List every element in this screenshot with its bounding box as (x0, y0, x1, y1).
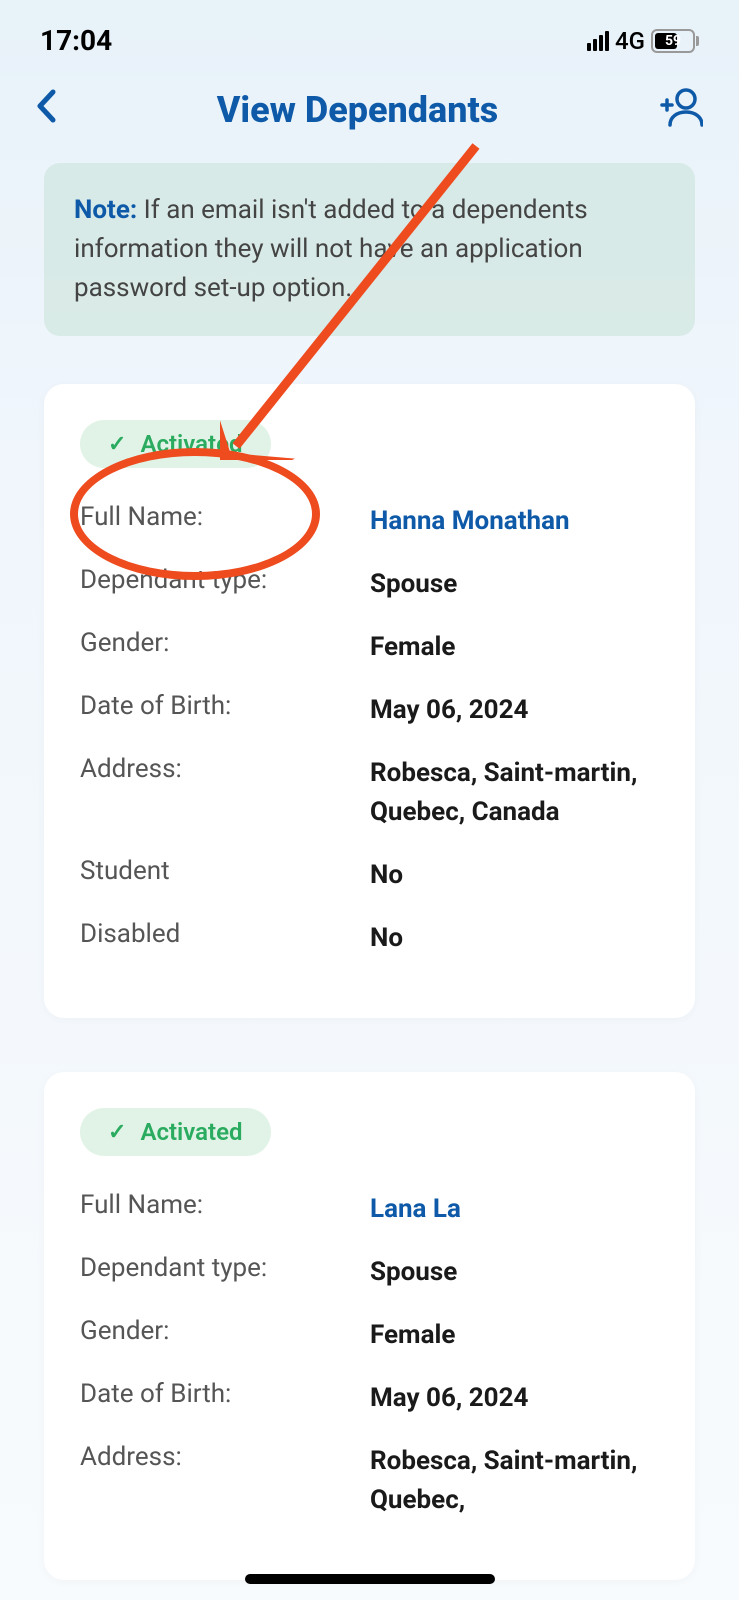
field-row: Date of Birth:May 06, 2024 (80, 1379, 659, 1418)
field-value: Robesca, Saint-martin, Quebec, (370, 1442, 659, 1520)
status-bar: 17:04 4G 59 (0, 0, 739, 67)
field-value: Hanna Monathan (370, 502, 570, 541)
field-row: DisabledNo (80, 919, 659, 958)
check-icon: ✓ (108, 432, 126, 457)
field-row: Address:Robesca, Saint-martin, Quebec, C… (80, 754, 659, 832)
status-badge: ✓ Activated (80, 420, 271, 468)
field-label: Student (80, 856, 370, 895)
field-value: Spouse (370, 565, 457, 604)
field-label: Address: (80, 1442, 370, 1520)
add-user-button[interactable] (659, 87, 703, 133)
field-row: Gender:Female (80, 628, 659, 667)
signal-icon (587, 31, 609, 51)
field-value: Spouse (370, 1253, 457, 1292)
page-title: View Dependants (217, 89, 499, 131)
field-row: Dependant type:Spouse (80, 1253, 659, 1292)
status-time: 17:04 (40, 24, 112, 57)
field-row: Full Name:Hanna Monathan (80, 502, 659, 541)
field-row: Gender:Female (80, 1316, 659, 1355)
field-value: May 06, 2024 (370, 691, 528, 730)
field-label: Address: (80, 754, 370, 832)
status-badge: ✓ Activated (80, 1108, 271, 1156)
field-label: Gender: (80, 1316, 370, 1355)
status-right: 4G 59 (587, 27, 699, 55)
field-row: Full Name:Lana La (80, 1190, 659, 1229)
check-icon: ✓ (108, 1120, 126, 1145)
field-label: Date of Birth: (80, 691, 370, 730)
field-value: No (370, 919, 403, 958)
field-value: No (370, 856, 403, 895)
content: Note: If an email isn't added to a depen… (0, 163, 739, 1580)
field-row: Dependant type:Spouse (80, 565, 659, 604)
note-text: If an email isn't added to a dependents … (74, 195, 588, 303)
dependant-card[interactable]: ✓ActivatedFull Name:Hanna MonathanDepend… (44, 384, 695, 1018)
network-label: 4G (615, 27, 645, 55)
field-value: Lana La (370, 1190, 461, 1229)
field-value: Female (370, 1316, 455, 1355)
field-row: StudentNo (80, 856, 659, 895)
page-header: View Dependants (0, 67, 739, 163)
chevron-left-icon (36, 89, 56, 123)
field-label: Disabled (80, 919, 370, 958)
field-label: Dependant type: (80, 1253, 370, 1292)
field-label: Date of Birth: (80, 1379, 370, 1418)
field-label: Dependant type: (80, 565, 370, 604)
dependant-card[interactable]: ✓ActivatedFull Name:Lana LaDependant typ… (44, 1072, 695, 1580)
add-user-icon (659, 87, 703, 129)
note-label: Note: (74, 195, 137, 225)
field-label: Full Name: (80, 502, 370, 541)
status-text: Activated (140, 1118, 242, 1146)
back-button[interactable] (36, 89, 56, 131)
note-box: Note: If an email isn't added to a depen… (44, 163, 695, 336)
field-row: Address:Robesca, Saint-martin, Quebec, (80, 1442, 659, 1520)
field-label: Gender: (80, 628, 370, 667)
field-value: Robesca, Saint-martin, Quebec, Canada (370, 754, 659, 832)
home-indicator[interactable] (245, 1574, 495, 1584)
status-text: Activated (140, 430, 242, 458)
field-value: May 06, 2024 (370, 1379, 528, 1418)
field-row: Date of Birth:May 06, 2024 (80, 691, 659, 730)
field-value: Female (370, 628, 455, 667)
battery-icon: 59 (651, 29, 699, 53)
field-label: Full Name: (80, 1190, 370, 1229)
